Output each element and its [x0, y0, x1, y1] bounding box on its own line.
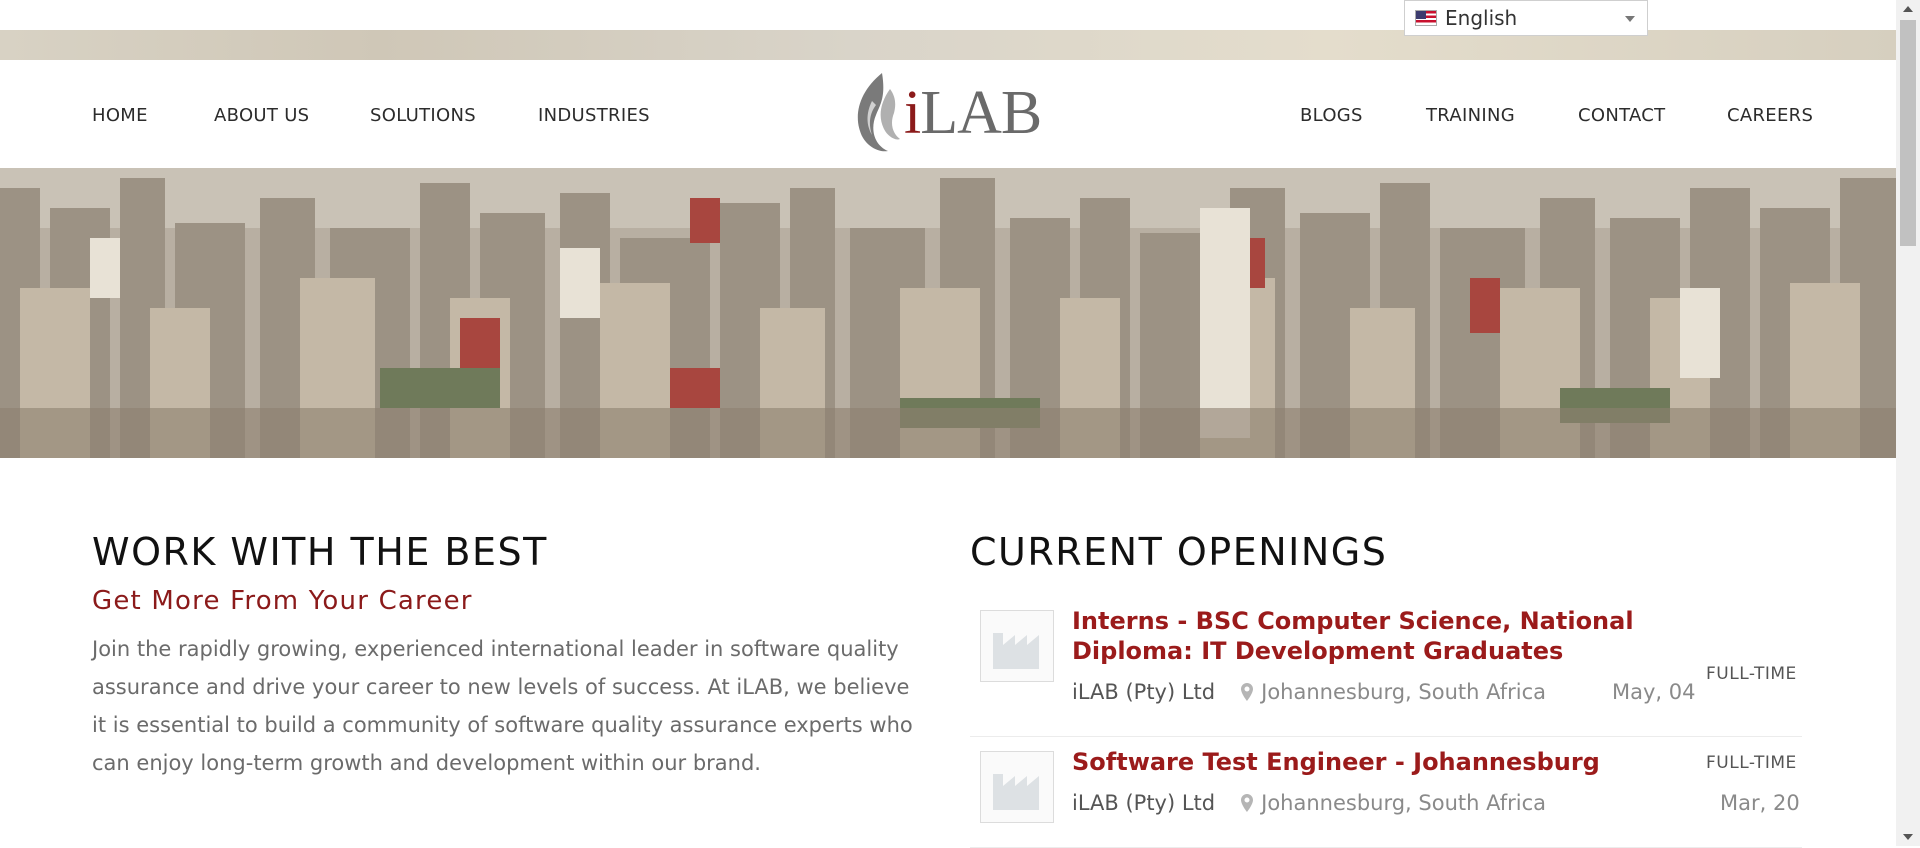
- job-listing[interactable]: Software Test Engineer - Johannesburg iL…: [970, 737, 1802, 848]
- page-scrollbar[interactable]: [1896, 0, 1920, 846]
- nav-about-us[interactable]: ABOUT US: [214, 105, 309, 126]
- map-pin-icon: [1241, 683, 1254, 701]
- scroll-up-icon[interactable]: [1903, 6, 1913, 12]
- job-meta: iLAB (Pty) Ltd Johannesburg, South Africa: [1072, 791, 1546, 815]
- factory-icon: [993, 633, 1039, 669]
- job-date: May, 04: [1612, 680, 1696, 704]
- chevron-down-icon: [1625, 16, 1635, 22]
- job-type-badge: FULL-TIME: [1706, 664, 1797, 684]
- job-meta: iLAB (Pty) Ltd Johannesburg, South Africa: [1072, 680, 1546, 704]
- job-listing[interactable]: Interns - BSC Computer Science, National…: [970, 598, 1802, 737]
- openings-heading: CURRENT OPENINGS: [970, 530, 1388, 574]
- logo-text: iLAB: [904, 78, 1042, 149]
- job-location-text: Johannesburg, South Africa: [1261, 680, 1547, 704]
- scrollbar-thumb[interactable]: [1900, 20, 1916, 246]
- job-date: Mar, 20: [1720, 791, 1800, 815]
- nav-home[interactable]: HOME: [92, 105, 148, 126]
- company-logo-placeholder: [980, 610, 1054, 682]
- job-location: Johannesburg, South Africa: [1241, 680, 1546, 704]
- nav-blogs[interactable]: BLOGS: [1300, 105, 1363, 126]
- job-company: iLAB (Pty) Ltd: [1072, 680, 1216, 704]
- ilab-logo[interactable]: iLAB: [852, 68, 1042, 158]
- job-type-badge: FULL-TIME: [1706, 753, 1797, 773]
- language-selector-value: English: [1445, 6, 1518, 30]
- nav-solutions[interactable]: SOLUTIONS: [370, 105, 476, 126]
- city-skyline-illustration: [0, 168, 1896, 458]
- flame-logo-icon: [857, 73, 900, 152]
- job-location: Johannesburg, South Africa: [1241, 791, 1546, 815]
- us-flag-icon: [1415, 10, 1437, 26]
- factory-icon: [993, 774, 1039, 810]
- nav-contact[interactable]: CONTACT: [1578, 105, 1665, 126]
- language-selector[interactable]: English: [1404, 0, 1648, 36]
- job-title[interactable]: Software Test Engineer - Johannesburg: [1072, 747, 1712, 777]
- hero-city-image: [0, 168, 1896, 458]
- logo-letter-i: i: [904, 78, 921, 147]
- intro-body: Join the rapidly growing, experienced in…: [92, 637, 913, 775]
- nav-industries[interactable]: INDUSTRIES: [538, 105, 650, 126]
- job-company: iLAB (Pty) Ltd: [1072, 791, 1216, 815]
- nav-careers[interactable]: CAREERS: [1727, 105, 1813, 126]
- map-pin-icon: [1241, 794, 1254, 812]
- intro-subheading: Get More From Your Career: [92, 586, 473, 616]
- logo-letters-lab: LAB: [920, 78, 1042, 147]
- company-logo-placeholder: [980, 751, 1054, 823]
- job-title[interactable]: Interns - BSC Computer Science, National…: [1072, 606, 1712, 666]
- job-location-text: Johannesburg, South Africa: [1261, 791, 1547, 815]
- scroll-down-icon[interactable]: [1903, 834, 1913, 840]
- nav-training[interactable]: TRAINING: [1426, 105, 1515, 126]
- openings-section: CURRENT OPENINGS Interns - BSC Computer …: [970, 530, 1802, 848]
- intro-heading: WORK WITH THE BEST: [92, 530, 548, 574]
- main-navbar: HOME ABOUT US SOLUTIONS INDUSTRIES iLAB …: [0, 60, 1896, 168]
- intro-section: WORK WITH THE BEST Get More From Your Ca…: [92, 530, 922, 782]
